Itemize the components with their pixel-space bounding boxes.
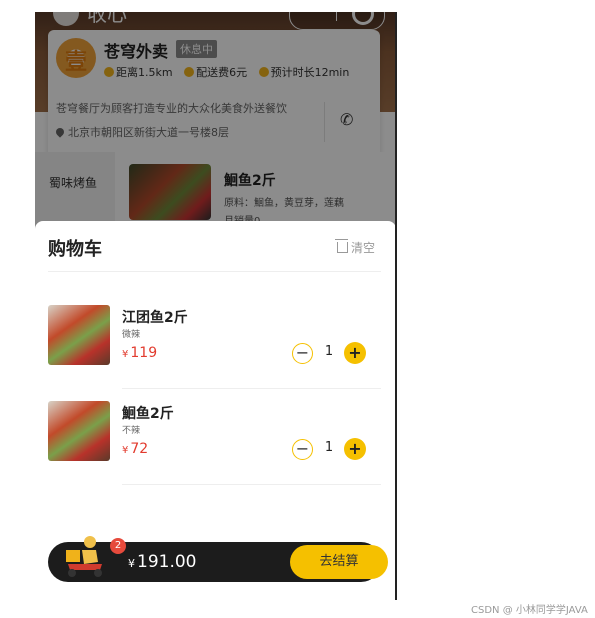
phone-screen: 收心 ••• 壹 苍穹外卖 休息中 距离1.5km 配送费6元 预计时长12mi… xyxy=(35,12,396,600)
price-value: 119 xyxy=(130,345,158,361)
increase-button[interactable]: + xyxy=(344,342,366,364)
watermark: CSDN @ 小林同学学JAVA xyxy=(471,605,588,616)
increase-button[interactable]: + xyxy=(344,438,366,460)
cart-item-spec: 不辣 xyxy=(122,426,141,436)
clear-cart-button[interactable]: 清空 xyxy=(335,239,376,256)
cart-item-price: ¥119 xyxy=(122,345,157,361)
cart-item-image xyxy=(48,401,110,461)
cart-item-name: 江团鱼2斤 xyxy=(122,310,188,326)
cart-item-image xyxy=(48,305,110,365)
currency-symbol: ¥ xyxy=(128,557,135,570)
delivery-rider-icon[interactable] xyxy=(60,532,108,580)
cart-item-price: ¥72 xyxy=(122,441,148,457)
currency-symbol: ¥ xyxy=(122,445,129,456)
total-value: 191.00 xyxy=(137,552,197,572)
trash-icon xyxy=(335,239,348,253)
cart-count-badge: 2 xyxy=(110,538,126,554)
cart-item: 江团鱼2斤 微辣 ¥119 − 1 + xyxy=(48,293,381,389)
divider xyxy=(48,271,381,272)
decrease-button[interactable]: − xyxy=(292,439,313,460)
cart-item-name: 鮰鱼2斤 xyxy=(122,406,174,422)
decrease-button[interactable]: − xyxy=(292,343,313,364)
phone-frame-edge xyxy=(395,12,397,600)
cart-title: 购物车 xyxy=(48,239,102,260)
checkout-button[interactable]: 去结算 xyxy=(290,545,388,579)
currency-symbol: ¥ xyxy=(122,349,129,360)
cart-total: ¥191.00 xyxy=(128,552,196,572)
quantity: 1 xyxy=(324,344,334,359)
clear-label: 清空 xyxy=(351,241,376,255)
price-value: 72 xyxy=(130,441,149,457)
cart-bar: 2 ¥191.00 去结算 xyxy=(48,536,388,582)
quantity: 1 xyxy=(324,440,334,455)
item-divider xyxy=(122,484,381,485)
cart-item: 鮰鱼2斤 不辣 ¥72 − 1 + xyxy=(48,389,381,485)
cart-item-spec: 微辣 xyxy=(122,330,141,340)
